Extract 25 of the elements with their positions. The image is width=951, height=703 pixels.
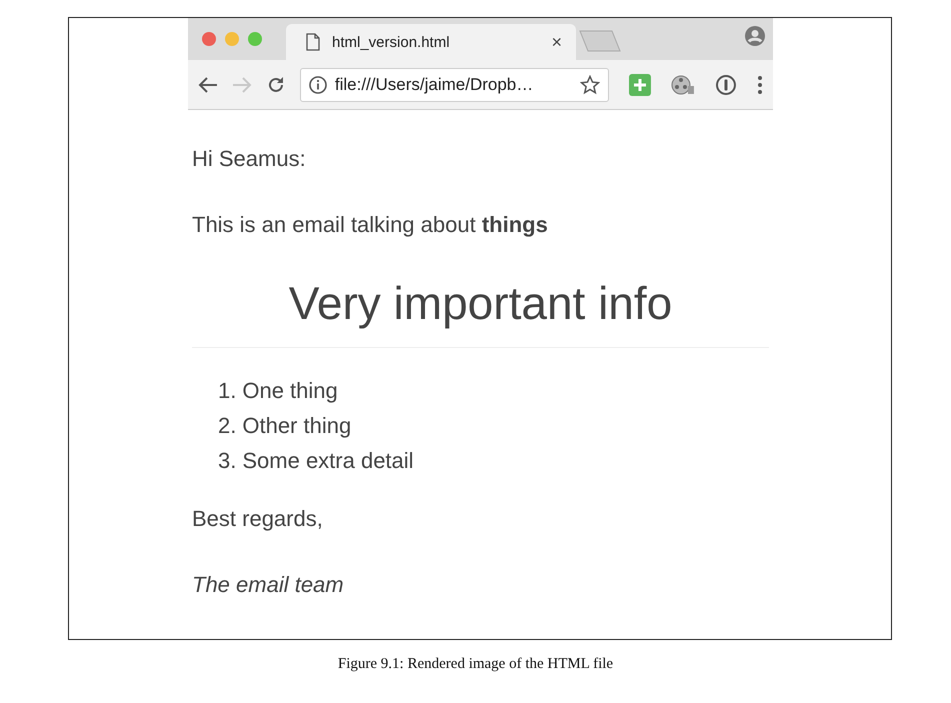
greeting-text: Hi Seamus: <box>192 146 307 172</box>
figure-caption: Figure 9.1: Rendered image of the HTML file <box>336 656 614 673</box>
document-icon <box>306 33 320 51</box>
url-text: file:///Users/jaime/Dropb… <box>334 74 534 94</box>
intro-text: This is an email talking about things <box>192 212 549 238</box>
close-tab-button[interactable]: × <box>551 32 562 52</box>
heading: Very important info <box>288 278 674 329</box>
film-reel-icon[interactable] <box>671 74 696 96</box>
address-bar[interactable]: file:///Users/jaime/Dropb… <box>300 68 610 102</box>
bookmark-star-icon[interactable] <box>580 74 600 94</box>
list-item-text: Some extra detail <box>242 448 414 473</box>
back-button[interactable] <box>198 76 218 94</box>
list-item-text: Other thing <box>242 412 352 438</box>
browser-tab[interactable]: html_version.html × <box>286 24 576 60</box>
info-icon[interactable] <box>308 76 327 94</box>
menu-icon[interactable] <box>757 74 763 94</box>
list-number: 1. <box>218 378 236 403</box>
closing-text: Best regards, <box>192 506 324 532</box>
list-number: 2. <box>218 412 236 438</box>
profile-icon[interactable] <box>745 26 765 46</box>
signature-text: The email team <box>192 572 345 598</box>
list-item-text: One thing <box>242 378 338 403</box>
list-number: 3. <box>218 448 236 473</box>
tab-title: html_version.html <box>332 34 451 50</box>
password-manager-icon[interactable] <box>715 74 738 96</box>
